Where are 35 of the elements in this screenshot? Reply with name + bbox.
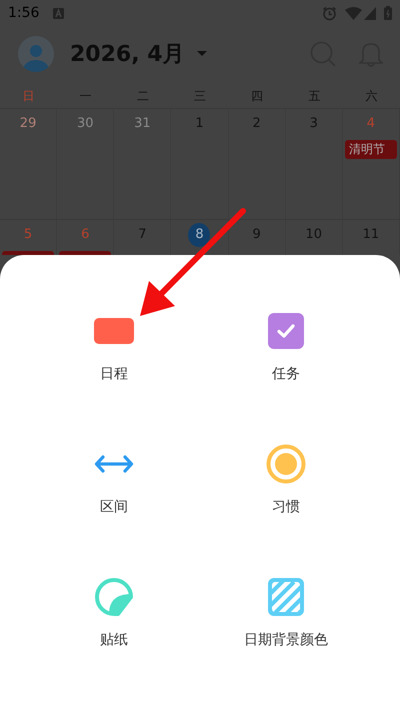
wifi-icon [345, 6, 362, 20]
create-option[interactable]: 日程 [94, 311, 134, 383]
checkbox-icon [268, 313, 304, 349]
option-label: 习惯 [272, 498, 300, 516]
dropdown-caret-icon[interactable] [196, 51, 207, 57]
striped-square-icon [268, 578, 304, 616]
option-label: 日期背景颜色 [244, 631, 328, 649]
option-label: 贴纸 [100, 631, 128, 649]
double-arrow-icon [94, 454, 134, 474]
date-number[interactable]: 4 [366, 112, 376, 136]
date-number[interactable]: 30 [76, 112, 94, 136]
avatar-icon[interactable] [18, 36, 54, 72]
option-label: 区间 [100, 498, 128, 516]
date-number[interactable]: 5 [24, 223, 32, 247]
today-date[interactable]: 8 [188, 223, 210, 247]
sticker-icon [94, 577, 134, 617]
option-label: 任务 [272, 365, 300, 383]
notification-icon [53, 8, 64, 18]
holiday-tag[interactable]: 清明节 [344, 140, 397, 159]
create-option[interactable]: 任务 [268, 311, 304, 383]
create-option[interactable]: 日期背景颜色 [244, 577, 328, 649]
date-number[interactable]: 6 [81, 223, 90, 247]
alarm-icon [322, 6, 337, 20]
status-time: 1:56 [8, 5, 40, 21]
date-number[interactable]: 31 [134, 112, 151, 136]
battery-icon [384, 6, 392, 20]
date-number[interactable]: 29 [20, 112, 36, 136]
create-option[interactable]: 习惯 [266, 444, 306, 516]
schedule-icon [94, 318, 134, 344]
target-icon [266, 444, 306, 484]
create-option[interactable]: 贴纸 [94, 577, 134, 649]
weekday-label: 日 [22, 88, 35, 104]
create-option[interactable]: 区间 [94, 444, 134, 516]
option-label: 日程 [100, 365, 128, 383]
signal-icon [364, 6, 376, 20]
